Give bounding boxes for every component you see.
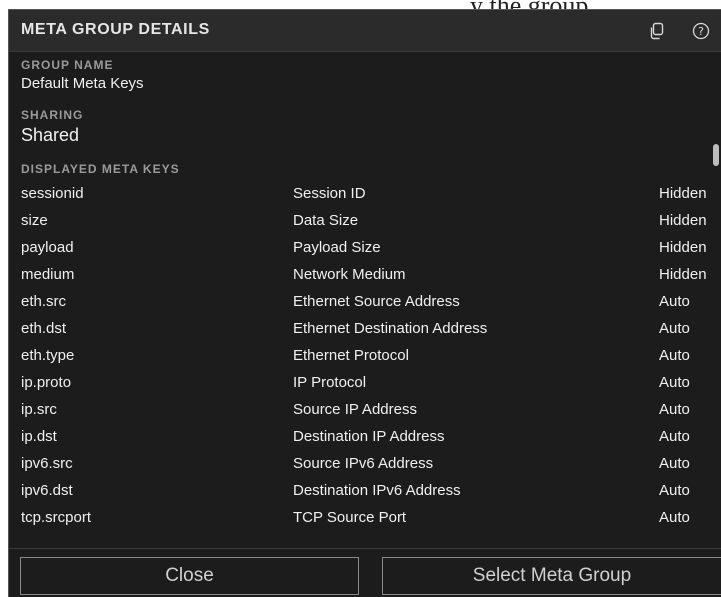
- meta-key-name: eth.type: [21, 347, 75, 364]
- svg-text:?: ?: [698, 25, 704, 38]
- meta-key-description: Ethernet Protocol: [293, 347, 409, 364]
- meta-key-visibility: Hidden: [659, 212, 707, 229]
- meta-key-row: ip.dst Destination IP Address Auto: [9, 424, 714, 451]
- meta-key-row: payload Payload Size Hidden: [9, 235, 714, 262]
- dialog-title: META GROUP DETAILS: [21, 21, 210, 38]
- meta-key-name: ip.src: [21, 401, 57, 418]
- meta-key-description: Network Medium: [293, 266, 406, 283]
- meta-key-description: IP Protocol: [293, 374, 367, 391]
- meta-key-row: medium Network Medium Hidden: [9, 262, 714, 289]
- meta-key-description: TCP Source Port: [293, 509, 407, 526]
- meta-key-name: size: [21, 212, 48, 229]
- meta-key-name: ipv6.src: [21, 455, 73, 472]
- meta-key-visibility: Auto: [659, 428, 690, 445]
- meta-key-name: ip.dst: [21, 428, 57, 445]
- scrollbar-thumb[interactable]: [713, 144, 719, 166]
- meta-key-visibility: Auto: [659, 374, 690, 391]
- meta-key-visibility: Auto: [659, 293, 690, 310]
- meta-key-visibility: Auto: [659, 509, 690, 526]
- meta-key-description: Destination IP Address: [293, 428, 445, 445]
- meta-key-visibility: Hidden: [659, 239, 707, 256]
- sharing-label: SHARING: [21, 108, 84, 122]
- meta-key-name: payload: [21, 239, 74, 256]
- group-name-value: Default Meta Keys: [21, 75, 144, 92]
- meta-key-name: ip.proto: [21, 374, 72, 391]
- meta-key-row: eth.src Ethernet Source Address Auto: [9, 289, 714, 316]
- meta-key-name: eth.src: [21, 293, 67, 310]
- footer-divider: [9, 548, 721, 549]
- meta-key-row: eth.type Ethernet Protocol Auto: [9, 343, 714, 370]
- meta-key-row: tcp.srcport TCP Source Port Auto: [9, 505, 714, 532]
- select-meta-group-button[interactable]: Select Meta Group: [382, 557, 721, 595]
- meta-key-description: Payload Size: [293, 239, 381, 256]
- meta-key-visibility: Auto: [659, 401, 690, 418]
- sharing-value: Shared: [21, 125, 80, 145]
- close-button[interactable]: Close: [20, 557, 359, 595]
- meta-key-row: eth.dst Ethernet Destination Address Auto: [9, 316, 714, 343]
- meta-key-visibility: Auto: [659, 482, 690, 499]
- meta-key-row: ipv6.dst Destination IPv6 Address Auto: [9, 478, 714, 505]
- meta-key-row: sessionid Session ID Hidden: [9, 181, 714, 208]
- meta-key-description: Source IPv6 Address: [293, 455, 434, 472]
- meta-key-name: sessionid: [21, 185, 84, 202]
- displayed-meta-keys-label: DISPLAYED META KEYS: [21, 162, 180, 176]
- meta-key-description: Destination IPv6 Address: [293, 482, 461, 499]
- meta-group-details-dialog: META GROUP DETAILS ? GROUP NAME Default …: [8, 9, 721, 597]
- dialog-header: META GROUP DETAILS ?: [9, 10, 721, 52]
- meta-key-visibility: Hidden: [659, 266, 707, 283]
- meta-key-description: Ethernet Source Address: [293, 293, 460, 310]
- meta-key-visibility: Hidden: [659, 185, 707, 202]
- meta-key-row: size Data Size Hidden: [9, 208, 714, 235]
- meta-key-name: eth.dst: [21, 320, 67, 337]
- meta-key-description: Ethernet Destination Address: [293, 320, 488, 337]
- meta-key-visibility: Auto: [659, 455, 690, 472]
- meta-key-description: Data Size: [293, 212, 359, 229]
- meta-key-name: medium: [21, 266, 75, 283]
- meta-key-name: tcp.srcport: [21, 509, 92, 526]
- help-icon[interactable]: ?: [692, 22, 710, 40]
- group-name-label: GROUP NAME: [21, 58, 114, 72]
- copy-icon[interactable]: [648, 22, 666, 40]
- meta-key-description: Session ID: [293, 185, 366, 202]
- meta-key-description: Source IP Address: [293, 401, 417, 418]
- meta-keys-list: sessionid Session ID Hidden size Data Size Hi…: [9, 181, 714, 532]
- meta-key-row: ip.proto IP Protocol Auto: [9, 370, 714, 397]
- meta-key-visibility: Auto: [659, 320, 690, 337]
- meta-key-row: ipv6.src Source IPv6 Address Auto: [9, 451, 714, 478]
- meta-key-name: ipv6.dst: [21, 482, 73, 499]
- meta-key-row: ip.src Source IP Address Auto: [9, 397, 714, 424]
- meta-key-visibility: Auto: [659, 347, 690, 364]
